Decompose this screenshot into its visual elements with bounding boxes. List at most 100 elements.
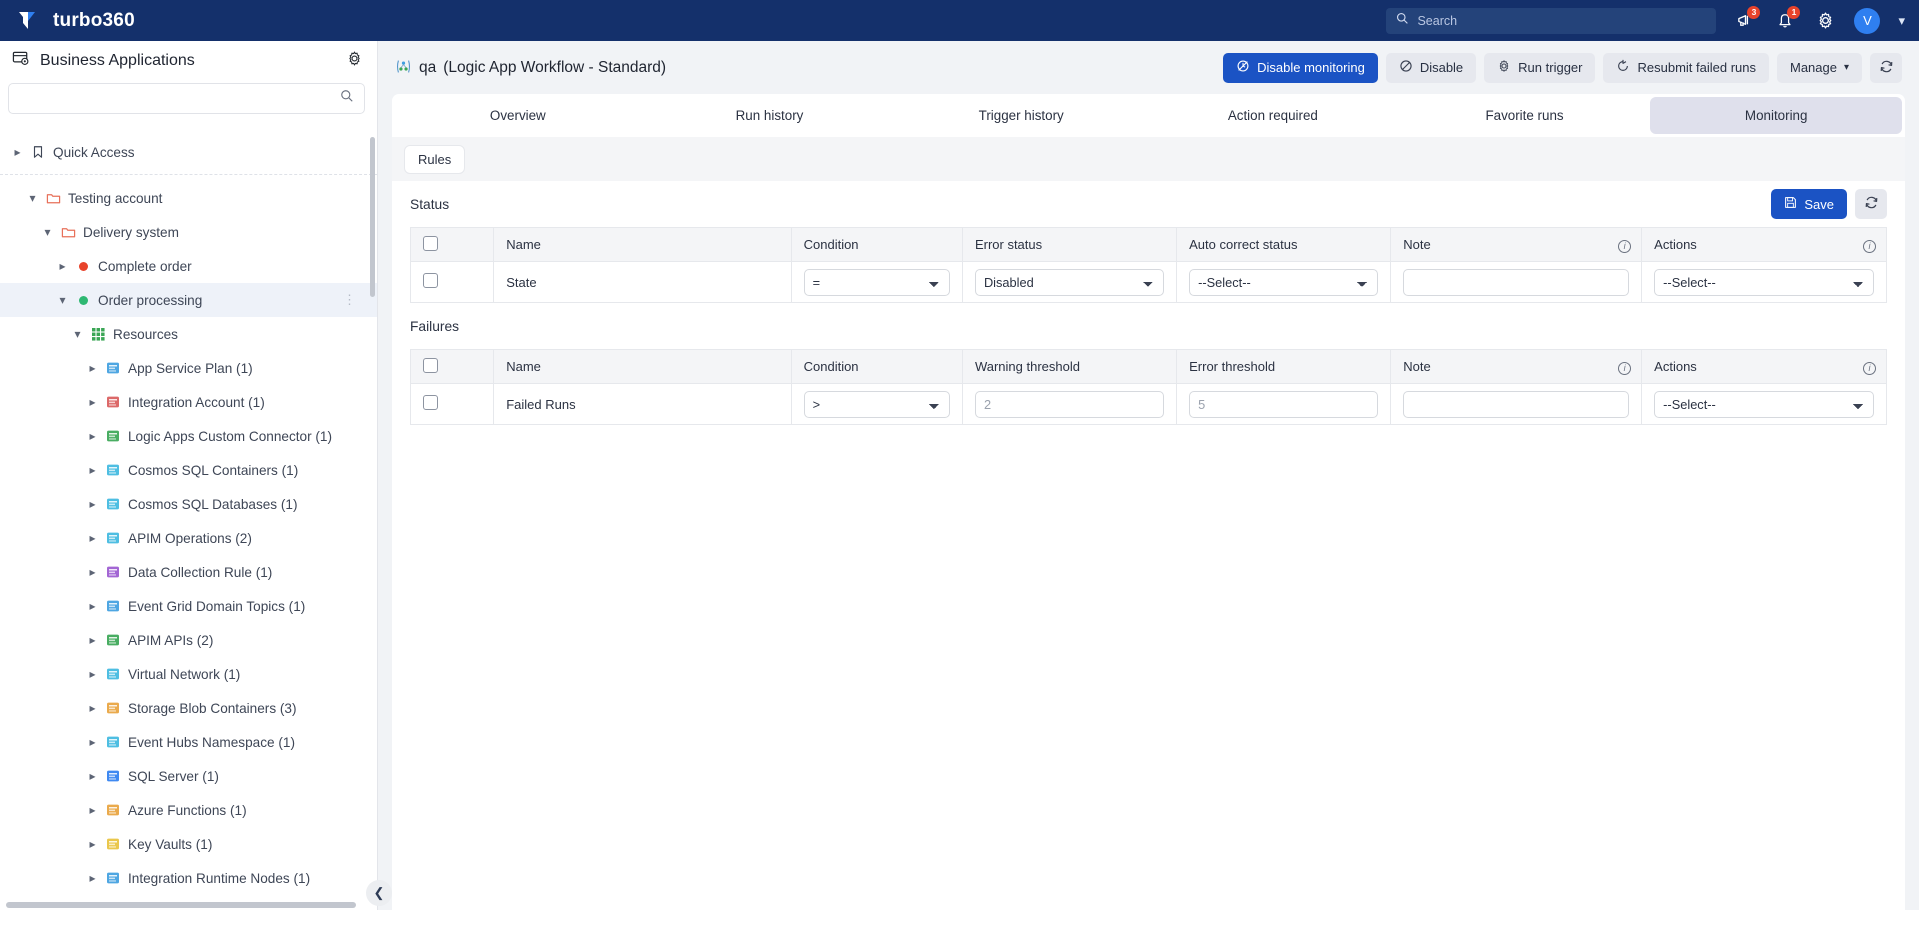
user-menu-chevron-down-icon[interactable]: ▾ bbox=[1898, 13, 1905, 29]
tab-run-history[interactable]: Run history bbox=[644, 94, 896, 137]
chevron-right-icon[interactable]: ▸ bbox=[87, 395, 98, 409]
sidebar-item-complete-order[interactable]: ▸ Complete order bbox=[0, 249, 377, 283]
chevron-down-icon[interactable]: ▾ bbox=[27, 191, 38, 205]
sidebar-item-integration-runtime-nodes-1[interactable]: ▸ Integration Runtime Nodes (1) bbox=[0, 861, 377, 895]
status-row-note-cell bbox=[1390, 261, 1643, 303]
status-refresh-button[interactable] bbox=[1855, 189, 1887, 219]
chevron-right-icon[interactable]: ▸ bbox=[87, 463, 98, 477]
chevron-right-icon[interactable]: ▸ bbox=[87, 599, 98, 613]
sidebar-search[interactable] bbox=[8, 83, 365, 114]
failures-error-threshold-input[interactable] bbox=[1189, 390, 1379, 418]
failures-row-checkbox[interactable] bbox=[423, 395, 438, 410]
sidebar-search-input[interactable] bbox=[19, 91, 340, 106]
status-note-input[interactable] bbox=[1403, 268, 1630, 296]
chevron-right-icon[interactable]: ▸ bbox=[12, 145, 23, 159]
disable-button[interactable]: Disable bbox=[1385, 52, 1477, 83]
sidebar-item-virtual-network-1[interactable]: ▸ Virtual Network (1) bbox=[0, 657, 377, 691]
failures-actions-select[interactable]: --Select-- bbox=[1654, 390, 1874, 418]
resubmit-failed-runs-button[interactable]: Resubmit failed runs bbox=[1603, 52, 1769, 83]
sidebar-vertical-scrollbar[interactable] bbox=[370, 137, 375, 297]
global-search-input[interactable] bbox=[1417, 13, 1707, 28]
sidebar-item-cosmos-sql-databases-1[interactable]: ▸ Cosmos SQL Databases (1) bbox=[0, 487, 377, 521]
chevron-right-icon[interactable]: ▸ bbox=[87, 565, 98, 579]
sidebar-item-resources[interactable]: ▾ Resources bbox=[0, 317, 377, 351]
sidebar-item-storage-blob-containers-3[interactable]: ▸ Storage Blob Containers (3) bbox=[0, 691, 377, 725]
sidebar-item-app-service-plan-1[interactable]: ▸ App Service Plan (1) bbox=[0, 351, 377, 385]
failures-select-all-checkbox[interactable] bbox=[423, 357, 438, 373]
chevron-right-icon[interactable]: ▸ bbox=[57, 259, 68, 273]
failures-condition-select[interactable]: > bbox=[803, 390, 950, 418]
chevron-right-icon[interactable]: ▸ bbox=[87, 803, 98, 817]
run-trigger-button[interactable]: Run trigger bbox=[1484, 52, 1596, 83]
chevron-right-icon[interactable]: ▸ bbox=[87, 361, 98, 375]
chevron-right-icon[interactable]: ▸ bbox=[87, 735, 98, 749]
announcements-button[interactable]: 3 bbox=[1734, 5, 1761, 32]
sidebar-search-icon[interactable] bbox=[340, 89, 354, 108]
sidebar-item-order-processing[interactable]: ▾ Order processing ⋮ bbox=[0, 283, 377, 317]
failures-row-condition-cell: > bbox=[790, 383, 963, 425]
global-search[interactable] bbox=[1386, 7, 1717, 34]
info-icon[interactable]: i bbox=[1618, 237, 1632, 253]
status-table-header-row: Name Condition Error status Auto correct… bbox=[409, 227, 1887, 262]
info-icon[interactable]: i bbox=[1618, 359, 1632, 375]
sidebar-item-apim-apis-2[interactable]: ▸ APIM APIs (2) bbox=[0, 623, 377, 657]
sidebar-item-event-hubs-namespace-1[interactable]: ▸ Event Hubs Namespace (1) bbox=[0, 725, 377, 759]
disable-monitoring-button[interactable]: Disable monitoring bbox=[1223, 52, 1378, 83]
chevron-right-icon[interactable]: ▸ bbox=[87, 531, 98, 545]
chevron-down-icon[interactable]: ▾ bbox=[72, 327, 83, 341]
tab-trigger-history[interactable]: Trigger history bbox=[895, 94, 1147, 137]
chevron-right-icon[interactable]: ▸ bbox=[87, 871, 98, 885]
sidebar-item-sql-server-1[interactable]: ▸ SQL Server (1) bbox=[0, 759, 377, 793]
failures-section-title: Failures bbox=[410, 318, 460, 334]
info-icon[interactable]: i bbox=[1863, 359, 1876, 375]
page-refresh-button[interactable] bbox=[1870, 52, 1902, 83]
sidebar-item-quick-access[interactable]: ▸ Quick Access bbox=[0, 135, 377, 169]
tab-action-required[interactable]: Action required bbox=[1147, 94, 1399, 137]
chevron-right-icon[interactable]: ▸ bbox=[87, 497, 98, 511]
chevron-right-icon[interactable]: ▸ bbox=[87, 429, 98, 443]
sidebar-item-event-grid-domain-topics-1[interactable]: ▸ Event Grid Domain Topics (1) bbox=[0, 589, 377, 623]
chevron-down-icon[interactable]: ▾ bbox=[42, 225, 53, 239]
manage-dropdown-button[interactable]: Manage ▾ bbox=[1776, 52, 1862, 83]
chevron-right-icon[interactable]: ▸ bbox=[87, 769, 98, 783]
user-avatar[interactable]: V bbox=[1854, 7, 1881, 34]
sidebar-item-logic-apps-custom-connector-1[interactable]: ▸ Logic Apps Custom Connector (1) bbox=[0, 419, 377, 453]
status-row-auto-correct-cell: --Select-- bbox=[1176, 261, 1392, 303]
tab-overview[interactable]: Overview bbox=[392, 94, 644, 137]
tab-favorite-runs[interactable]: Favorite runs bbox=[1399, 94, 1651, 137]
sidebar-item-key-vaults-1[interactable]: ▸ Key Vaults (1) bbox=[0, 827, 377, 861]
sidebar-item-delivery-system[interactable]: ▾ Delivery system bbox=[0, 215, 377, 249]
status-error-status-select[interactable]: Disabled bbox=[974, 268, 1165, 296]
status-row-checkbox[interactable] bbox=[423, 273, 438, 288]
sidebar-horizontal-scrollbar[interactable] bbox=[6, 902, 356, 908]
chevron-right-icon[interactable]: ▸ bbox=[87, 837, 98, 851]
failures-note-input[interactable] bbox=[1403, 390, 1630, 418]
sidebar-item-data-collection-rule-1[interactable]: ▸ Data Collection Rule (1) bbox=[0, 555, 377, 589]
brand-logo[interactable]: turbo360 bbox=[0, 8, 135, 34]
sidebar-item-cosmos-sql-containers-1[interactable]: ▸ Cosmos SQL Containers (1) bbox=[0, 453, 377, 487]
status-auto-correct-select[interactable]: --Select-- bbox=[1189, 268, 1379, 296]
notifications-button[interactable]: 1 bbox=[1774, 5, 1801, 32]
status-condition-select[interactable]: = bbox=[803, 268, 950, 296]
chevron-right-icon[interactable]: ▸ bbox=[87, 701, 98, 715]
sidebar-item-testing-account[interactable]: ▾ Testing account bbox=[0, 181, 377, 215]
status-actions-select[interactable]: --Select-- bbox=[1654, 268, 1874, 296]
row-more-options-icon[interactable]: ⋮ bbox=[343, 292, 357, 308]
sidebar-settings-gear-icon[interactable] bbox=[346, 50, 363, 72]
chevron-down-icon[interactable]: ▾ bbox=[57, 293, 68, 307]
status-col-auto-correct: Auto correct status bbox=[1176, 227, 1392, 262]
chevron-right-icon[interactable]: ▸ bbox=[87, 667, 98, 681]
status-rules-table: Name Condition Error status Auto correct… bbox=[409, 227, 1887, 303]
settings-gear-button[interactable] bbox=[1814, 10, 1836, 32]
sidebar-collapse-button[interactable]: ❮ bbox=[366, 880, 392, 906]
info-icon[interactable]: i bbox=[1863, 237, 1876, 253]
status-select-all-checkbox[interactable] bbox=[423, 235, 438, 251]
save-button[interactable]: Save bbox=[1771, 189, 1847, 219]
sidebar-item-integration-account-1[interactable]: ▸ Integration Account (1) bbox=[0, 385, 377, 419]
tab-rules[interactable]: Rules bbox=[404, 144, 466, 174]
chevron-right-icon[interactable]: ▸ bbox=[87, 633, 98, 647]
failures-warning-threshold-input[interactable] bbox=[974, 390, 1165, 418]
sidebar-item-apim-operations-2[interactable]: ▸ APIM Operations (2) bbox=[0, 521, 377, 555]
sidebar-item-azure-functions-1[interactable]: ▸ Azure Functions (1) bbox=[0, 793, 377, 827]
tab-monitoring[interactable]: Monitoring bbox=[1650, 97, 1903, 134]
